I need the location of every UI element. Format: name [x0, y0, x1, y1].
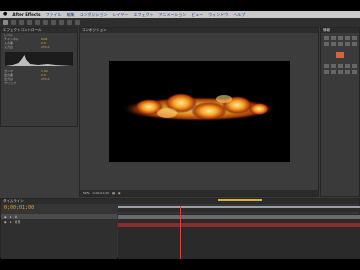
swatch[interactable]: [352, 42, 357, 46]
eye-icon[interactable]: ◉: [4, 215, 7, 219]
timeline-panel: タイムライン 0;00;01;00 ◉ 1 炎 ◉ 2 背景: [0, 198, 360, 259]
effect-label: 入力白: [4, 45, 14, 49]
swatch[interactable]: [338, 42, 343, 46]
swatch[interactable]: [324, 70, 329, 74]
menu-view[interactable]: ビュー: [191, 12, 203, 18]
menu-edit[interactable]: 編集: [67, 12, 75, 18]
menu-layer[interactable]: レイヤー: [113, 12, 129, 18]
menu-effect[interactable]: エフェクト: [133, 12, 153, 18]
swatch[interactable]: [338, 36, 343, 40]
zoom-tool-icon[interactable]: [19, 20, 24, 25]
effect-value[interactable]: 255.0: [41, 77, 50, 81]
effect-row[interactable]: クリップ: [1, 81, 77, 85]
swatch[interactable]: [345, 70, 350, 74]
timeline-tracks[interactable]: [118, 214, 360, 259]
playhead[interactable]: [180, 206, 181, 259]
work-area-bar[interactable]: [118, 206, 360, 208]
app-window: エフェクトコントロール レベル チャンネル RGB 入力黒 0.0 入力白 255.0…: [0, 18, 360, 259]
viewer-timecode[interactable]: 0;00;01;00: [93, 191, 109, 195]
eye-icon[interactable]: ◉: [4, 220, 7, 224]
zoom-level[interactable]: 50%: [83, 191, 90, 195]
menu-animation[interactable]: アニメーション: [158, 12, 186, 18]
swatch[interactable]: [331, 70, 336, 74]
composition-viewer: コンポジション 50% 0;00;01;00 ▦ ◉: [79, 27, 319, 197]
layer-duration-bar[interactable]: [118, 215, 360, 219]
menu-help[interactable]: ヘルプ: [233, 12, 245, 18]
rotate-tool-icon[interactable]: [27, 20, 32, 25]
menu-bar: ● After Effects ファイル 編集 コンポジション レイヤー エフェ…: [0, 11, 360, 18]
apple-icon[interactable]: ●: [3, 12, 7, 17]
swatch[interactable]: [352, 70, 357, 74]
pen-tool-icon[interactable]: [59, 20, 64, 25]
swatch-grid: [321, 61, 359, 77]
swatch[interactable]: [345, 36, 350, 40]
camera-tool-icon[interactable]: [35, 20, 40, 25]
menu-composition[interactable]: コンポジション: [80, 12, 108, 18]
current-time[interactable]: 0;00;01;00: [4, 205, 34, 211]
layer-name[interactable]: 背景: [15, 220, 21, 224]
brush-tool-icon[interactable]: [75, 20, 80, 25]
hand-tool-icon[interactable]: [11, 20, 16, 25]
viewer-controls: 50% 0;00;01;00 ▦ ◉: [80, 190, 318, 196]
camera-icon[interactable]: ◉: [118, 191, 121, 195]
mask-tool-icon[interactable]: [51, 20, 56, 25]
swatch[interactable]: [338, 70, 343, 74]
time-ruler[interactable]: [118, 206, 360, 212]
tab-timeline[interactable]: タイムライン: [1, 199, 359, 204]
swatch[interactable]: [331, 64, 336, 68]
color-chip[interactable]: [336, 52, 344, 58]
pan-behind-tool-icon[interactable]: [43, 20, 48, 25]
effect-value[interactable]: 255.0: [41, 45, 50, 49]
effect-controls-panel: エフェクトコントロール レベル チャンネル RGB 入力黒 0.0 入力白 255.0…: [0, 27, 78, 127]
effect-row[interactable]: 入力白 255.0: [1, 45, 77, 49]
resolution-icon[interactable]: ▦: [112, 191, 115, 195]
layer-number: 2: [9, 219, 12, 224]
swatch-grid: [321, 33, 359, 49]
swatch[interactable]: [352, 36, 357, 40]
swatch[interactable]: [324, 42, 329, 46]
ram-preview-bar: [218, 199, 262, 201]
histogram-graph: [5, 55, 73, 66]
layer-name[interactable]: 炎: [15, 215, 18, 219]
tab-composition[interactable]: コンポジション: [80, 28, 318, 33]
layer-number: 1: [9, 214, 12, 219]
swatch[interactable]: [352, 64, 357, 68]
composition-canvas[interactable]: [109, 61, 290, 162]
selection-tool-icon[interactable]: [3, 20, 8, 25]
levels-histogram[interactable]: [5, 52, 73, 66]
layer-duration-bar[interactable]: [118, 223, 360, 227]
menu-file[interactable]: ファイル: [46, 12, 62, 18]
text-tool-icon[interactable]: [67, 20, 72, 25]
swatch[interactable]: [338, 64, 343, 68]
menu-window[interactable]: ウィンドウ: [208, 12, 228, 18]
fire-render: [123, 93, 275, 121]
layer-list: ◉ 1 炎 ◉ 2 背景: [1, 214, 117, 259]
swatch[interactable]: [331, 42, 336, 46]
swatch[interactable]: [324, 36, 329, 40]
swatch[interactable]: [345, 64, 350, 68]
swatch[interactable]: [331, 36, 336, 40]
info-panel: 情報: [320, 27, 360, 197]
swatch[interactable]: [324, 64, 329, 68]
effect-label: クリップ: [4, 81, 17, 85]
swatch[interactable]: [345, 42, 350, 46]
app-name-menu[interactable]: After Effects: [12, 12, 40, 17]
layer-row[interactable]: ◉ 2 背景: [1, 219, 117, 224]
tools-toolbar: [0, 18, 360, 27]
